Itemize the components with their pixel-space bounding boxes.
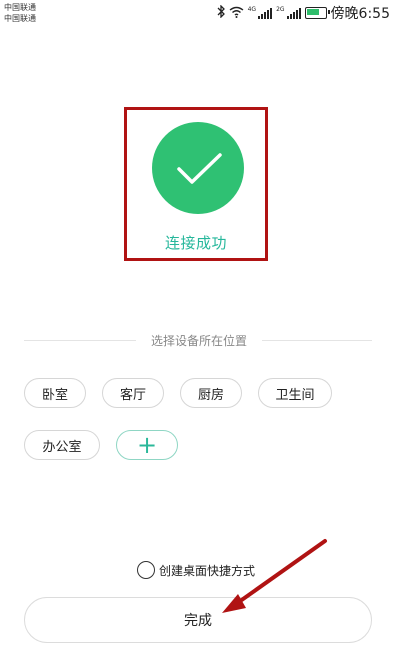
divider-right (262, 340, 372, 341)
success-check-circle (152, 122, 244, 214)
signal-icon (286, 7, 301, 19)
room-chip-living-room[interactable]: 客厅 (102, 378, 164, 408)
status-icons: 4G 2G 傍晚6:55 (217, 4, 390, 22)
location-section-title: 选择设备所在位置 (150, 334, 247, 348)
carrier-label-2: 中国联通 (4, 14, 36, 23)
divider-left (24, 340, 136, 341)
done-button[interactable]: 完成 (24, 597, 372, 643)
network-type-2: 2G (276, 5, 285, 13)
bluetooth-icon (217, 4, 225, 21)
add-room-button[interactable]: + (116, 430, 178, 460)
connection-success-text: 连接成功 (164, 234, 227, 252)
wifi-icon (229, 6, 244, 21)
clock: 傍晚6:55 (330, 6, 390, 22)
create-shortcut-option[interactable]: 创建桌面快捷方式 (137, 561, 255, 579)
annotation-arrow (222, 539, 327, 613)
check-icon (177, 153, 222, 184)
shortcut-radio[interactable] (137, 561, 155, 579)
network-type-1: 4G (247, 5, 257, 13)
room-chip-office[interactable]: 办公室 (24, 430, 100, 460)
status-bar: 中国联通 中国联通 4G 2G 傍晚6:55 (0, 0, 398, 26)
signal-icon (258, 7, 273, 19)
room-chip-kitchen[interactable]: 厨房 (180, 378, 242, 408)
carrier-label-1: 中国联通 (4, 3, 36, 12)
room-chip-bathroom[interactable]: 卫生间 (258, 378, 332, 408)
room-chip-bedroom[interactable]: 卧室 (24, 378, 86, 408)
battery-fill (306, 9, 319, 15)
plus-icon: + (136, 431, 158, 459)
shortcut-label: 创建桌面快捷方式 (159, 563, 256, 578)
battery-icon (304, 7, 330, 19)
